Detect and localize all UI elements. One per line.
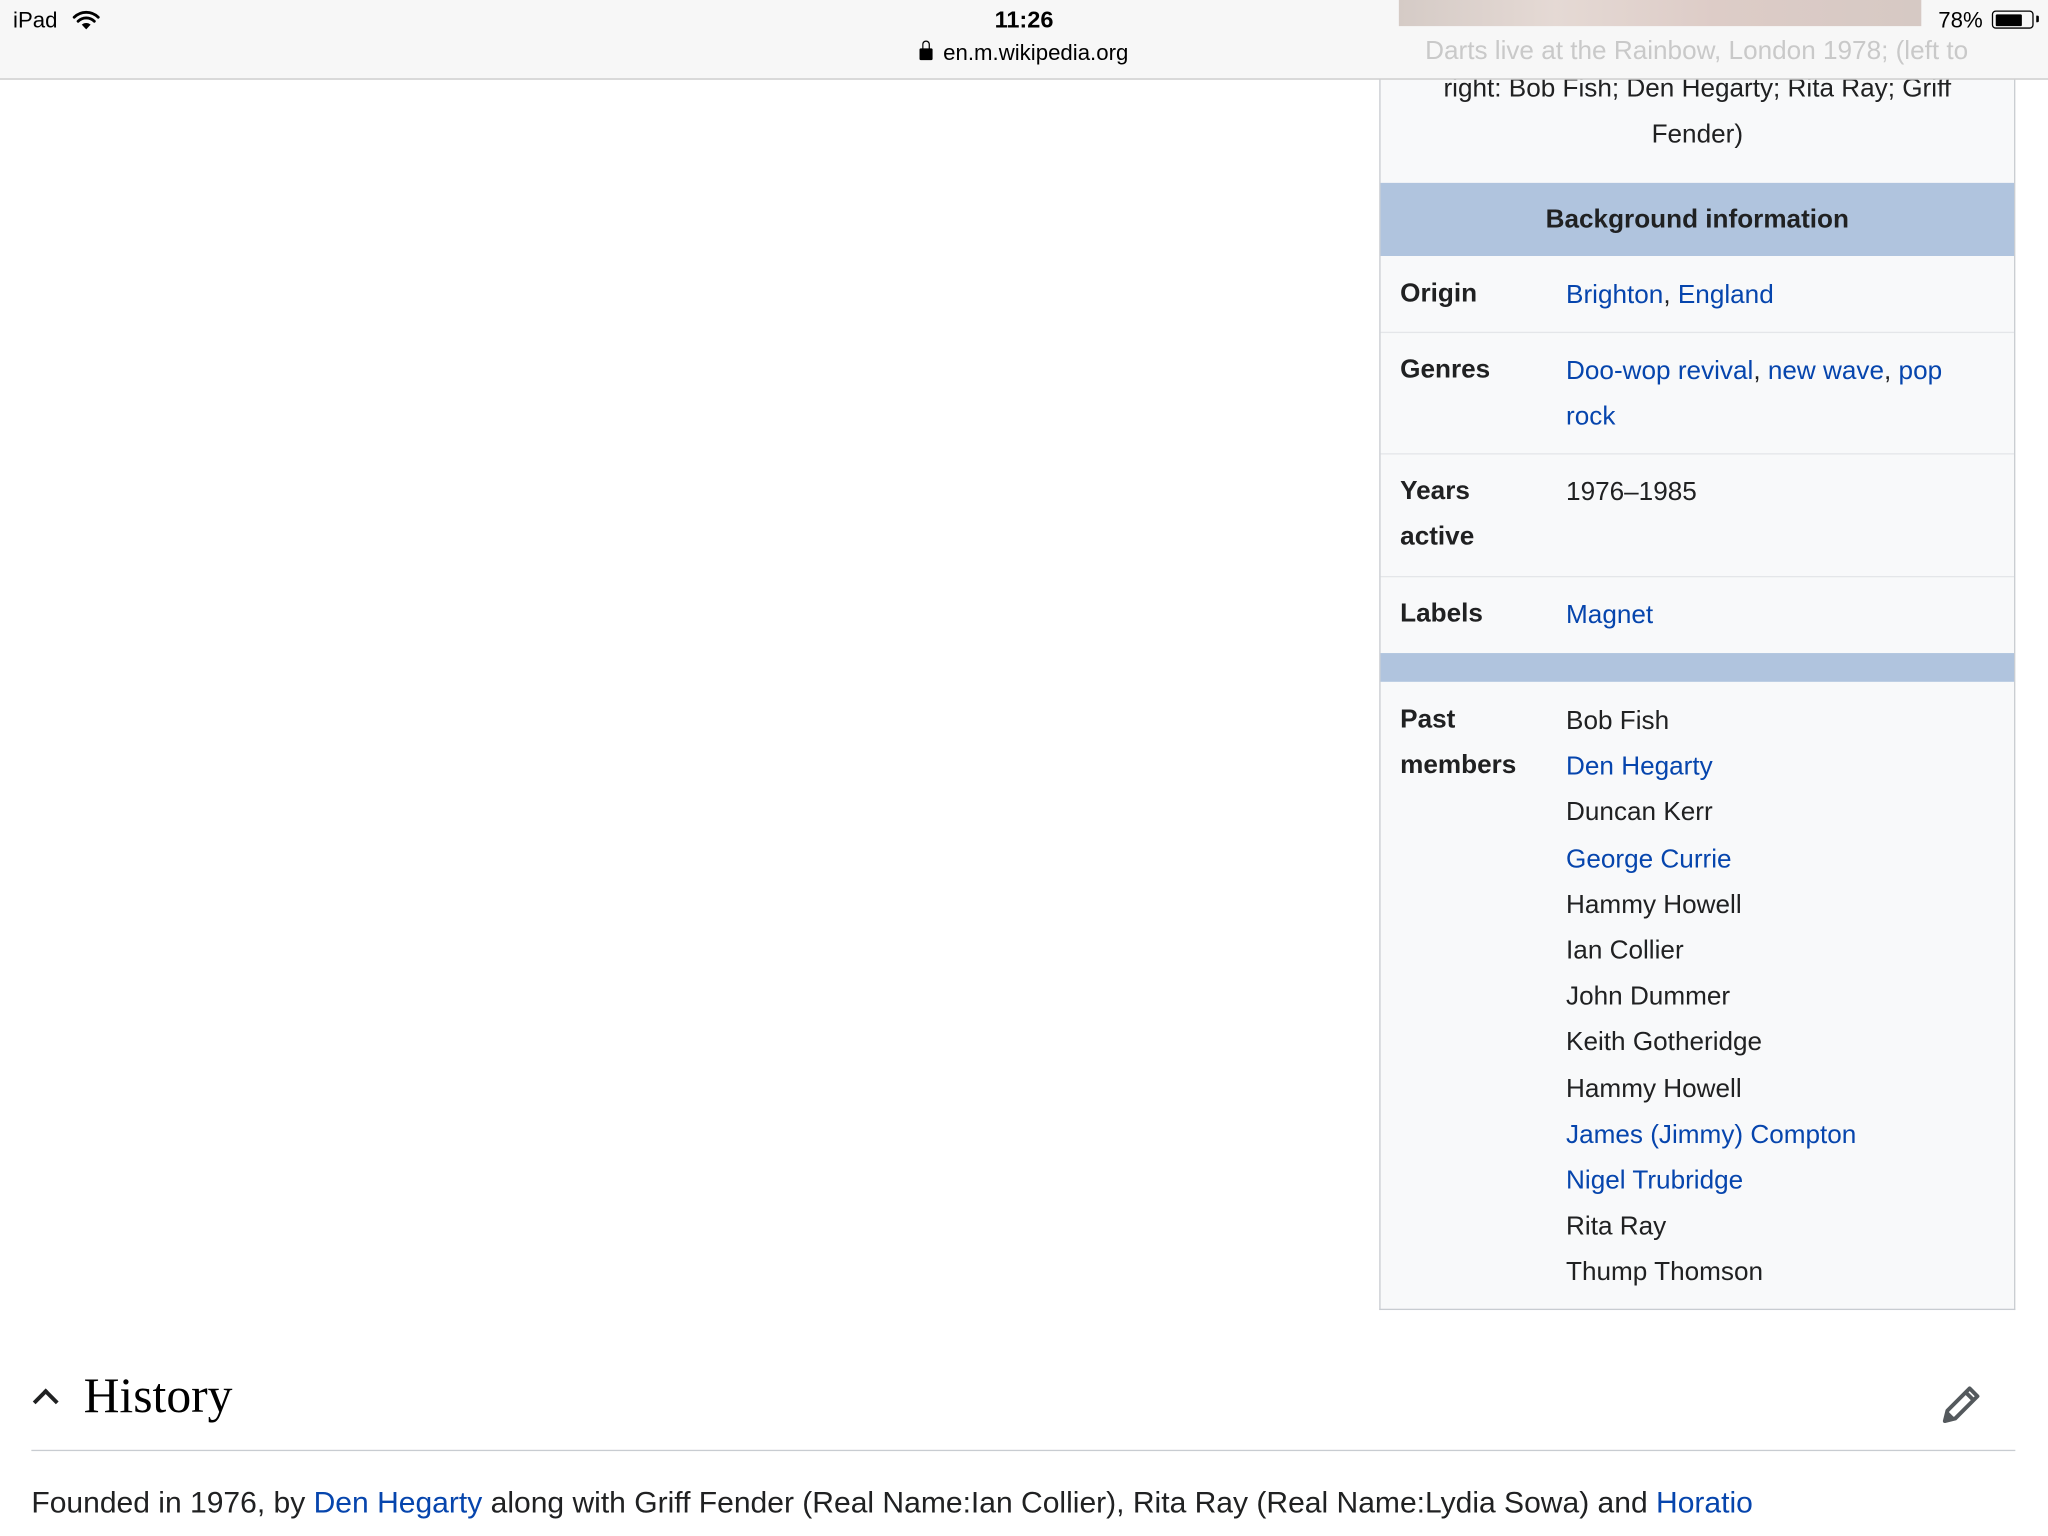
member-link[interactable]: Nigel Trubridge: [1566, 1159, 1856, 1205]
labels-label: Labels: [1400, 599, 1483, 629]
member-link[interactable]: Den Hegarty: [1566, 745, 1856, 791]
member-name: Hammy Howell: [1566, 1074, 1742, 1104]
separator: ,: [1663, 280, 1678, 310]
address-bar[interactable]: en.m.wikipedia.org: [0, 40, 2048, 66]
years-active-label-line: active: [1400, 522, 1475, 552]
row-divider: [1380, 575, 2015, 578]
infobox-band: [1380, 653, 2015, 682]
chevron-up-icon: [32, 1388, 59, 1415]
member-link[interactable]: James (Jimmy) Compton: [1566, 1113, 1856, 1159]
years-active-label: Years active: [1400, 469, 1474, 560]
infobox: right: Bob Fish; Den Hegarty; Rita Ray; …: [1379, 0, 2016, 1311]
browser-top-bar: Darts live at the Rainbow, London 1978; …: [0, 0, 2048, 80]
page: right: Bob Fish; Den Hegarty; Rita Ray; …: [0, 0, 2048, 1536]
infobox-caption-line: Fender): [1651, 120, 1744, 149]
battery-icon: [1991, 10, 2039, 29]
past-members-label-line: members: [1400, 751, 1517, 780]
origin-label: Origin: [1400, 279, 1478, 309]
years-active-label-line: Years: [1400, 476, 1470, 506]
row-divider: [1380, 331, 2015, 334]
member-name: Ian Collier: [1566, 936, 1684, 966]
member-name: Bob Fish: [1566, 706, 1670, 736]
genre-link[interactable]: new wave: [1768, 357, 1884, 386]
history-heading: History: [83, 1368, 233, 1424]
genres-label: Genres: [1400, 355, 1491, 384]
label-link-magnet[interactable]: Magnet: [1566, 601, 1653, 630]
history-section-toggle[interactable]: History: [31, 1362, 232, 1430]
labels-value: Magnet: [1566, 593, 1997, 639]
section-divider: [31, 1449, 2016, 1452]
link-den-hegarty[interactable]: Den Hegarty: [314, 1485, 483, 1519]
separator: ,: [1884, 356, 1899, 386]
years-active-value: 1976–1985: [1566, 478, 1697, 507]
row-divider: [1380, 453, 2015, 455]
genres-value: Doo-wop revival, new wave, pop rock: [1566, 349, 1997, 440]
member-name: Duncan Kerr: [1566, 798, 1713, 828]
past-members-label: Past members: [1400, 697, 1516, 788]
origin-value: Brighton, England: [1566, 273, 1997, 319]
battery-percent: 78%: [1938, 7, 1983, 33]
member-name: Hammy Howell: [1566, 890, 1742, 920]
origin-country-link[interactable]: England: [1678, 281, 1774, 310]
member-name: Keith Gotheridge: [1566, 1028, 1763, 1058]
history-text-part: Founded in 1976, by: [31, 1485, 314, 1520]
lock-icon: [919, 40, 933, 61]
url-text: en.m.wikipedia.org: [943, 40, 1129, 66]
pencil-icon[interactable]: [1940, 1382, 1984, 1426]
past-members-label-line: Past: [1400, 705, 1456, 735]
history-paragraph: Founded in 1976, by Den Hegarty along wi…: [31, 1481, 2029, 1523]
battery-level-fill: [1995, 13, 2022, 26]
separator: ,: [1753, 356, 1768, 386]
member-name: John Dummer: [1566, 982, 1731, 1012]
past-members-list: Bob Fish Den Hegarty Duncan Kerr George Cur…: [1566, 699, 1856, 1297]
member-name: Rita Ray: [1566, 1212, 1667, 1242]
member-link[interactable]: George Currie: [1566, 837, 1856, 883]
link-horatio[interactable]: Horatio: [1656, 1485, 1753, 1519]
genre-link[interactable]: Doo-wop revival: [1566, 357, 1753, 386]
origin-city-link[interactable]: Brighton: [1566, 281, 1663, 310]
history-text-part: along with Griff Fender (Real Name:Ian C…: [482, 1485, 1657, 1520]
infobox-header: Background information: [1380, 182, 2015, 256]
status-time: 11:26: [994, 6, 1054, 33]
member-name: Thump Thomson: [1566, 1258, 1764, 1288]
